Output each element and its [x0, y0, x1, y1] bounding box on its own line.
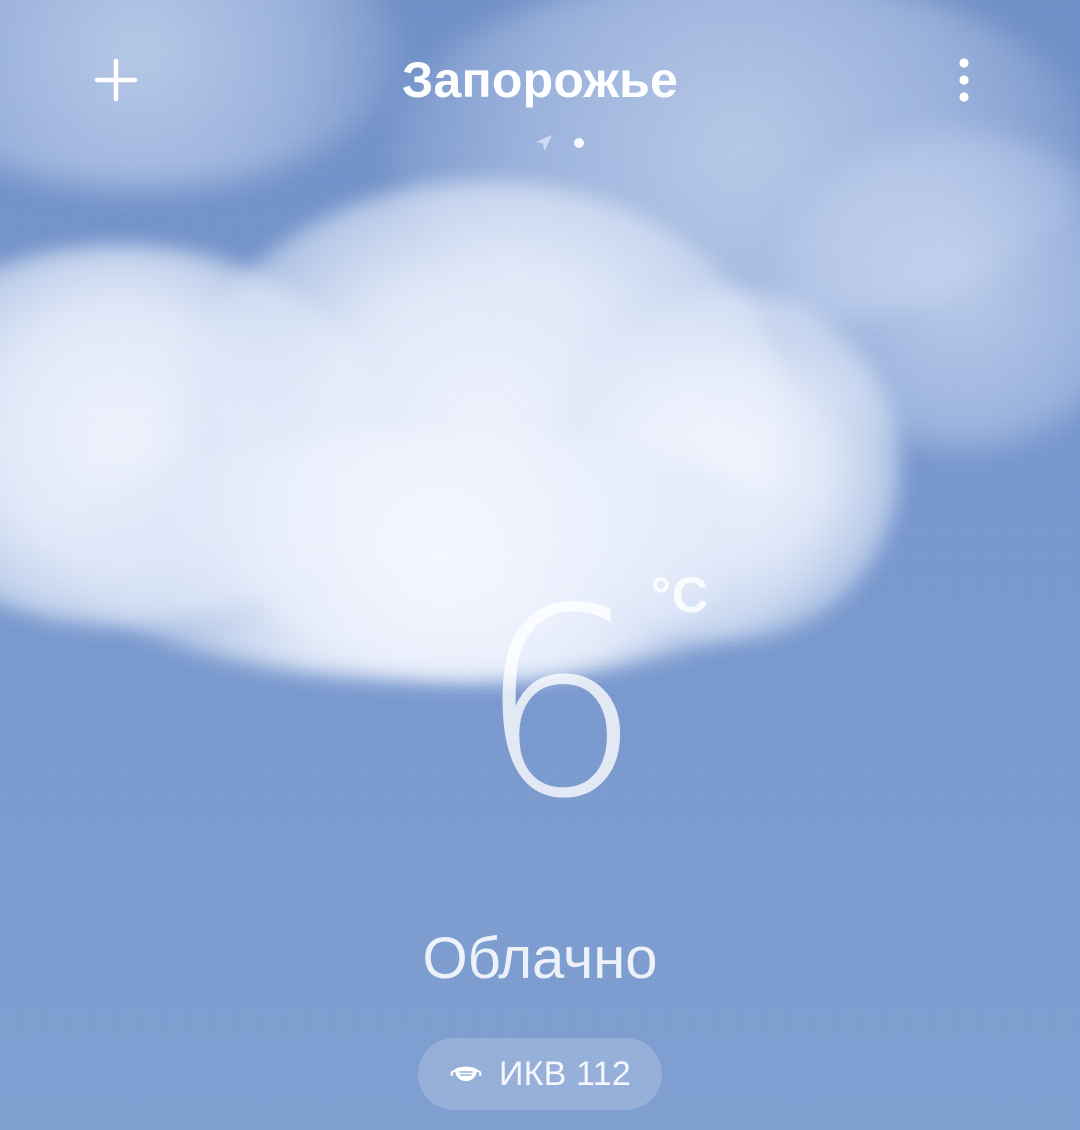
top-bar: Запорожье — [0, 0, 1080, 170]
more-vertical-icon — [954, 55, 974, 105]
mask-icon — [449, 1057, 483, 1091]
location-arrow-icon — [532, 131, 556, 155]
location-page-indicator — [18, 128, 1080, 158]
current-temperature: 6 — [477, 554, 643, 856]
temperature-unit: °C — [651, 567, 710, 623]
temperature-block: 6 °C — [0, 560, 1080, 880]
more-options-button[interactable] — [932, 48, 996, 112]
air-quality-chip[interactable]: ИКВ 112 — [418, 1038, 662, 1110]
current-page-dot — [574, 138, 584, 148]
air-quality-label: ИКВ 112 — [499, 1054, 631, 1093]
weather-condition: Облачно — [422, 926, 658, 991]
city-title: Запорожье — [401, 52, 679, 108]
